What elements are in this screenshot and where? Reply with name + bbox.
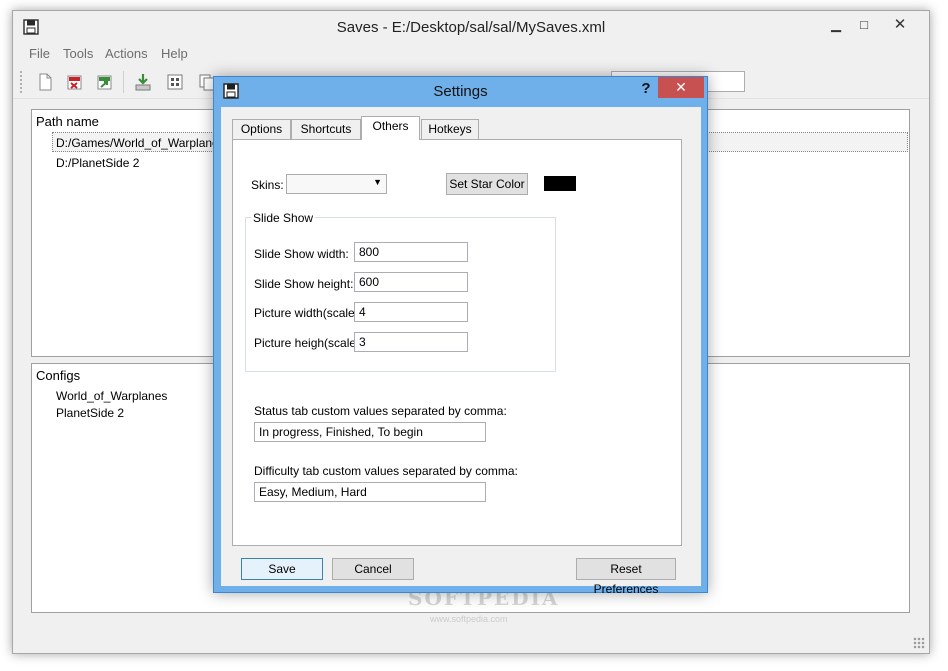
configs-header[interactable]: Configs	[36, 368, 80, 383]
tab-hotkeys[interactable]: Hotkeys	[421, 119, 479, 139]
table-row[interactable]: D:/PlanetSide 2	[56, 156, 139, 170]
export-icon[interactable]	[95, 72, 115, 92]
window-title: Saves - E:/Desktop/sal/sal/MySaves.xml	[336, 19, 606, 36]
slideshow-width-field[interactable]: 800	[354, 242, 468, 262]
dialog-title: Settings	[433, 83, 488, 100]
chevron-down-icon: ▼	[373, 177, 382, 187]
picture-width-label: Picture width(scale):	[254, 306, 363, 320]
status-values-label: Status tab custom values separated by co…	[254, 404, 507, 418]
download-icon[interactable]	[133, 72, 153, 92]
picture-height-field[interactable]: 3	[354, 332, 468, 352]
minimize-button[interactable]: ▁	[821, 15, 851, 35]
list-item[interactable]: World_of_Warplanes	[56, 389, 167, 403]
set-star-color-button[interactable]: Set Star Color	[446, 173, 528, 195]
resize-grip[interactable]	[913, 637, 925, 649]
dialog-close-button[interactable]: ✕	[658, 77, 704, 98]
others-tab-page: Skins: ▼ Set Star Color Slide Show Slide…	[232, 139, 682, 546]
slideshow-height-label: Slide Show height:	[254, 277, 354, 291]
reset-preferences-button[interactable]: Reset Preferences	[576, 558, 676, 596]
maximize-button[interactable]: □	[849, 15, 879, 35]
tab-shortcuts[interactable]: Shortcuts	[291, 119, 361, 139]
grid-icon[interactable]	[165, 72, 185, 92]
difficulty-values-label: Difficulty tab custom values separated b…	[254, 464, 518, 478]
help-button[interactable]: ?	[638, 80, 654, 100]
slideshow-width-label: Slide Show width:	[254, 247, 349, 261]
status-values-field[interactable]: In progress, Finished, To begin	[254, 422, 486, 442]
menu-tools[interactable]: Tools	[63, 46, 93, 61]
close-button[interactable]: ✕	[885, 15, 915, 35]
settings-dialog: Settings ? ✕ Options Shortcuts Others Ho…	[213, 76, 708, 596]
slide-show-group-title: Slide Show	[251, 211, 316, 225]
title-bar[interactable]: Saves - E:/Desktop/sal/sal/MySaves.xml ▁…	[13, 11, 929, 43]
star-color-swatch[interactable]	[544, 176, 576, 191]
menu-bar: File Tools Actions Help	[13, 43, 929, 65]
menu-actions[interactable]: Actions	[105, 46, 148, 61]
picture-width-field[interactable]: 4	[354, 302, 468, 322]
skins-dropdown[interactable]: ▼	[286, 174, 387, 194]
table-row[interactable]: D:/Games/World_of_Warplanes	[56, 136, 225, 150]
delete-icon[interactable]	[65, 72, 85, 92]
status-bar	[13, 633, 929, 653]
tab-others[interactable]: Others	[361, 116, 420, 140]
menu-file[interactable]: File	[29, 46, 50, 61]
new-file-icon[interactable]	[35, 72, 55, 92]
toolbar-separator	[123, 71, 124, 93]
path-name-header[interactable]: Path name	[36, 114, 99, 129]
skins-label: Skins:	[251, 178, 284, 192]
softpedia-url: www.softpedia.com	[430, 614, 508, 624]
difficulty-values-field[interactable]: Easy, Medium, Hard	[254, 482, 486, 502]
save-button[interactable]: Save	[241, 558, 323, 580]
cancel-button[interactable]: Cancel	[332, 558, 414, 580]
slideshow-height-field[interactable]: 600	[354, 272, 468, 292]
tab-options[interactable]: Options	[232, 119, 291, 139]
picture-height-label: Picture heigh(scale):	[254, 336, 364, 350]
menu-help[interactable]: Help	[161, 46, 188, 61]
dialog-body: Options Shortcuts Others Hotkeys Skins: …	[221, 107, 701, 596]
list-item[interactable]: PlanetSide 2	[56, 406, 124, 420]
toolbar-grip[interactable]	[20, 71, 23, 93]
